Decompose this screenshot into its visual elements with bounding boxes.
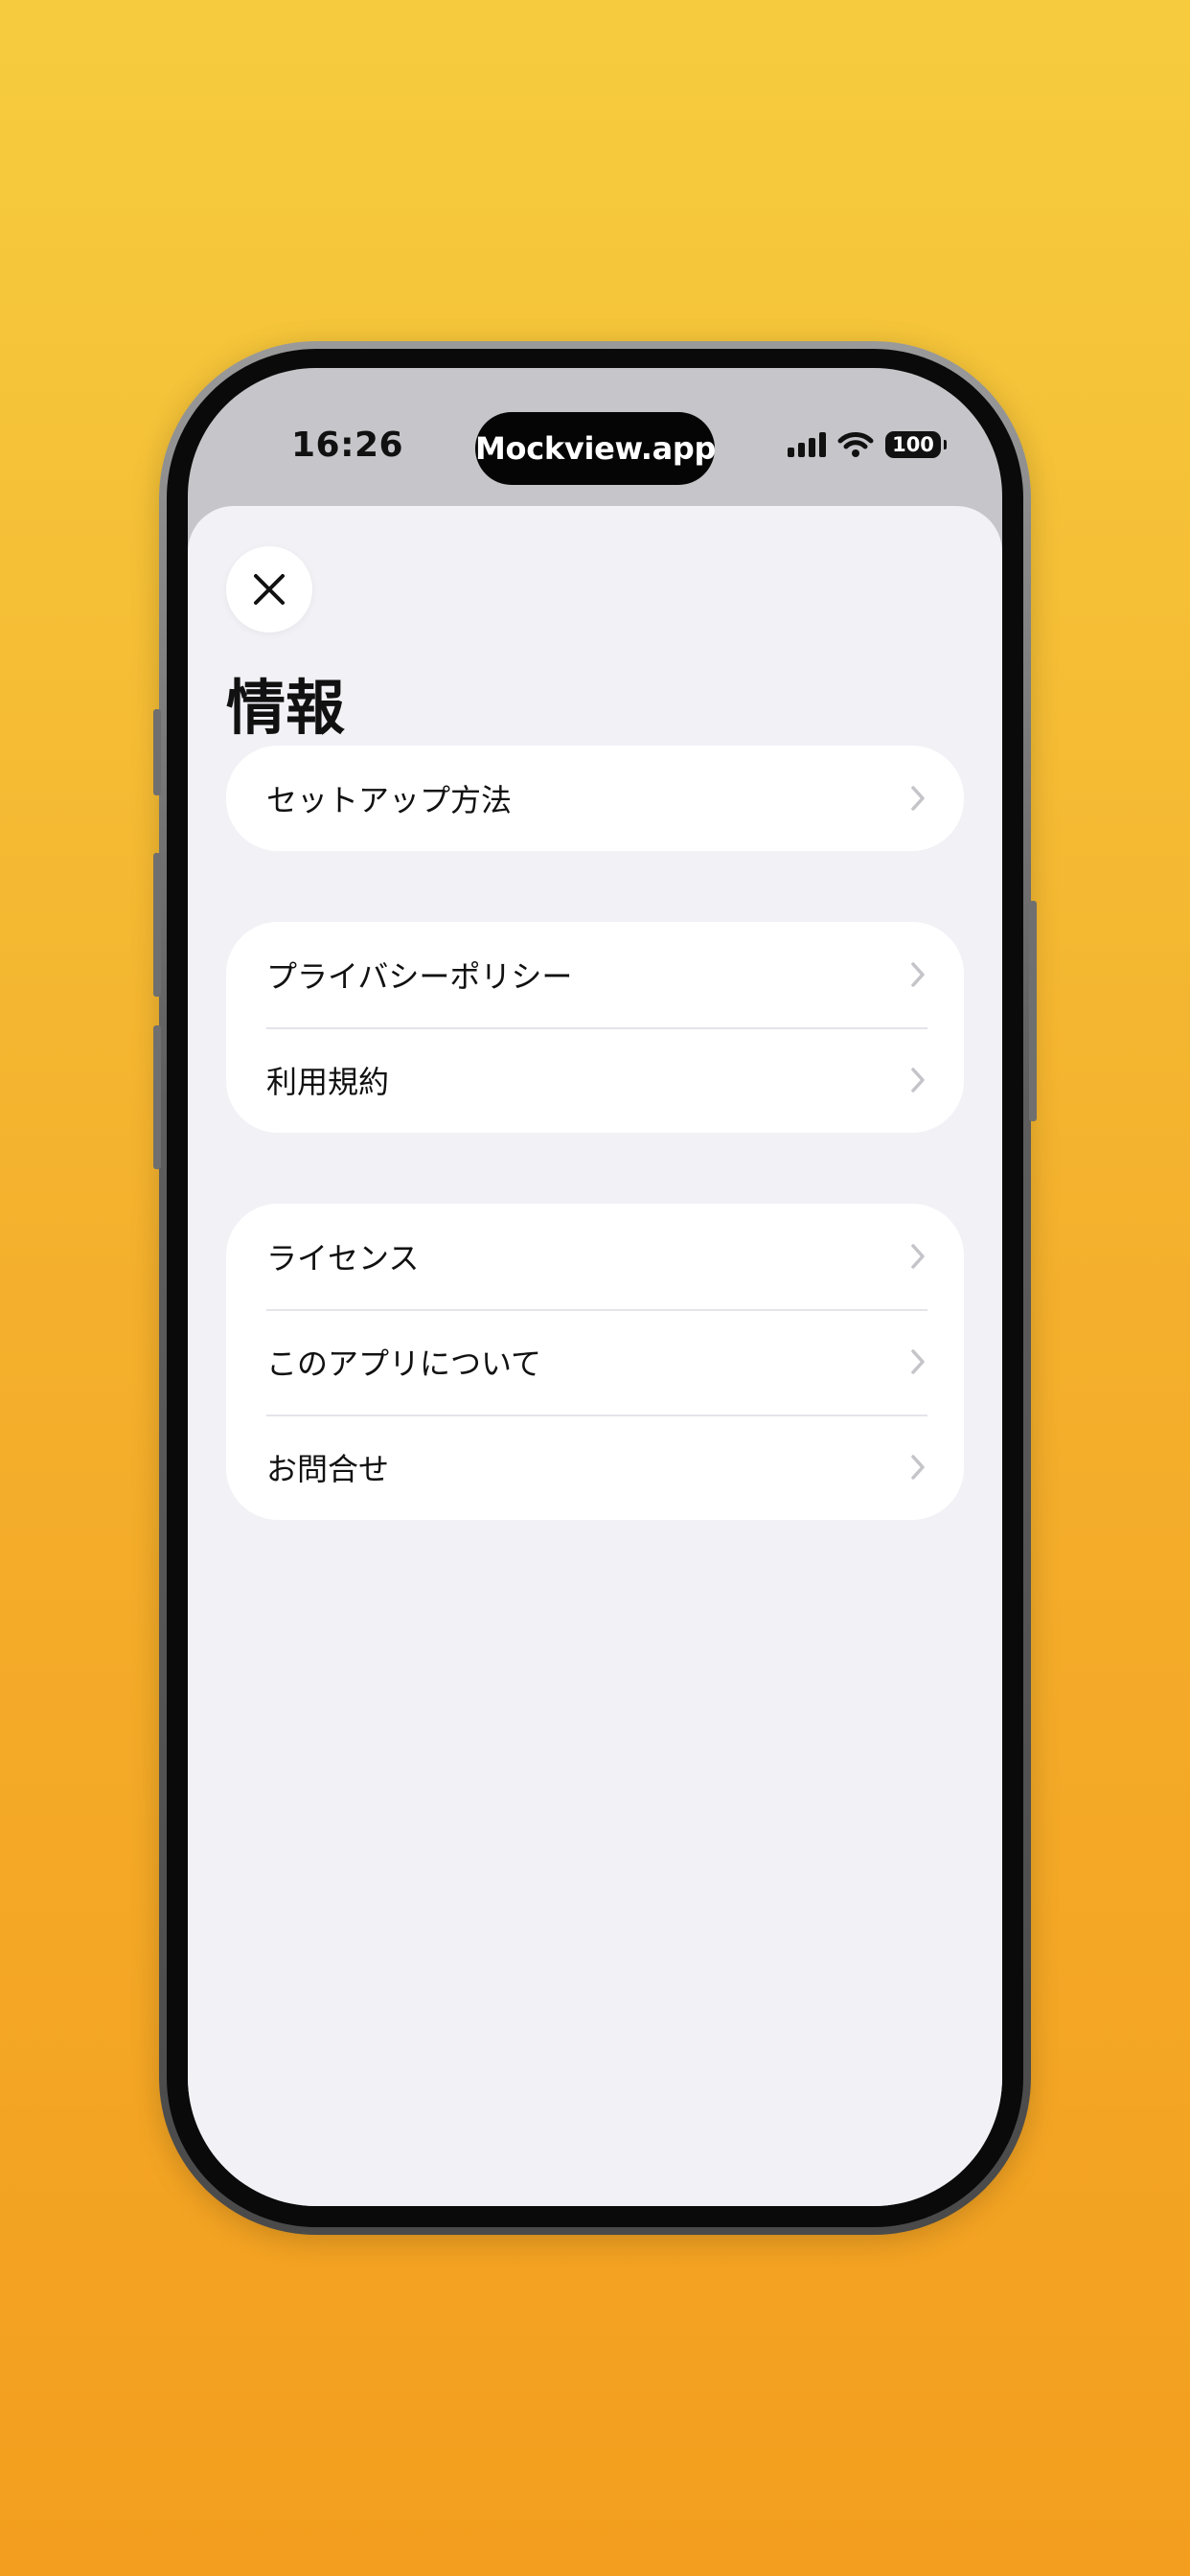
dynamic-island: Mockview.app (475, 412, 716, 485)
wifi-icon (837, 432, 874, 457)
chevron-right-icon (908, 1242, 927, 1271)
status-indicators: 100 (788, 431, 947, 458)
list-item-privacy-policy[interactable]: プライバシーポリシー (226, 922, 964, 1027)
list-item-label: このアプリについて (266, 1346, 542, 1382)
status-time: 16:26 (291, 426, 404, 465)
list-item-label: セットアップ方法 (266, 782, 513, 818)
info-sheet: 情報 セットアップ方法 プライバシーポリシー 利用規約 ライセンス このアプリに… (188, 506, 1002, 2206)
list-item-label: 利用規約 (266, 1064, 390, 1100)
phone-screen: 16:26 Mockview.app 100 情報 セットアップ方法 プライバシ… (188, 368, 1002, 2206)
chevron-right-icon (908, 1066, 927, 1094)
list-item-label: ライセンス (266, 1240, 420, 1276)
list-item-license[interactable]: ライセンス (226, 1204, 964, 1309)
list-item-contact[interactable]: お問合せ (226, 1414, 964, 1520)
action-button (153, 709, 161, 795)
volume-down-button (153, 1025, 161, 1169)
chevron-right-icon (908, 1347, 927, 1376)
list-item-label: お問合せ (266, 1451, 390, 1487)
power-button (1029, 901, 1037, 1121)
close-icon (254, 574, 285, 605)
battery-icon: 100 (885, 431, 947, 458)
list-item-about-app[interactable]: このアプリについて (226, 1309, 964, 1414)
settings-group-legal: プライバシーポリシー 利用規約 (226, 922, 964, 1133)
chevron-right-icon (908, 960, 927, 989)
list-item-terms[interactable]: 利用規約 (226, 1027, 964, 1133)
settings-group-about: ライセンス このアプリについて お問合せ (226, 1204, 964, 1520)
close-button[interactable] (226, 546, 312, 632)
list-item-setup[interactable]: セットアップ方法 (226, 746, 964, 851)
page-title: 情報 (226, 673, 346, 743)
chevron-right-icon (908, 784, 927, 813)
chevron-right-icon (908, 1453, 927, 1482)
cellular-signal-icon (788, 432, 826, 457)
list-item-label: プライバシーポリシー (266, 958, 573, 995)
settings-group-setup: セットアップ方法 (226, 746, 964, 851)
volume-up-button (153, 853, 161, 997)
